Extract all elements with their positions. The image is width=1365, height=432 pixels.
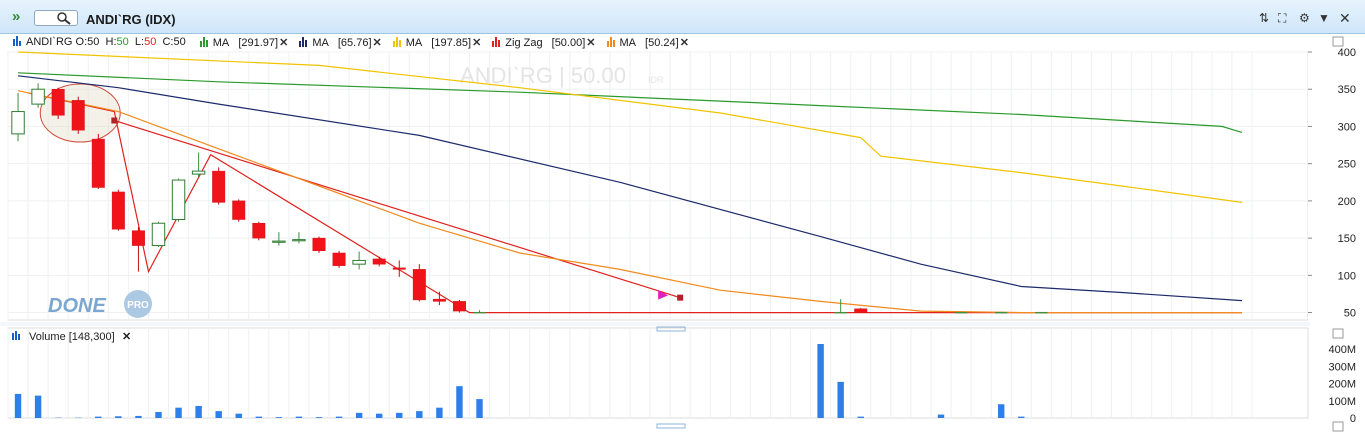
volume-tick-label: 300M: [1328, 361, 1356, 373]
candle-body[interactable]: [31, 88, 45, 105]
candle-body[interactable]: [131, 230, 145, 246]
maximize-panel-icon[interactable]: [1332, 328, 1344, 339]
volume-bar[interactable]: [396, 412, 403, 418]
candle-body[interactable]: [212, 170, 226, 203]
volume-bar[interactable]: [1018, 416, 1025, 418]
volume-bar[interactable]: [135, 415, 142, 418]
candle-body[interactable]: [191, 170, 206, 175]
volume-tick-label: 0: [1350, 413, 1356, 425]
candle-body[interactable]: [1035, 311, 1048, 314]
volume-tick-label: 100M: [1328, 396, 1356, 408]
candle-body[interactable]: [292, 239, 306, 242]
candle-body[interactable]: [272, 240, 286, 243]
volume-bar[interactable]: [817, 344, 824, 418]
y-tick-label: 200: [1338, 196, 1356, 208]
volume-bar[interactable]: [235, 413, 242, 418]
volume-label: Volume [148,300]: [29, 331, 115, 343]
volume-bar[interactable]: [215, 411, 222, 418]
volume-tick-label: 200M: [1328, 379, 1356, 391]
volume-bar[interactable]: [95, 416, 102, 418]
volume-tick-label: 400M: [1328, 344, 1356, 356]
volume-bar[interactable]: [857, 416, 864, 418]
candle-body[interactable]: [151, 222, 166, 247]
volume-bar[interactable]: [416, 411, 423, 418]
price-panel: [7, 51, 1309, 321]
volume-bar[interactable]: [375, 413, 383, 418]
watermark-unit: IDR: [648, 75, 664, 85]
volume-icon: [18, 334, 20, 340]
candle-body[interactable]: [834, 311, 847, 314]
candle-body[interactable]: [452, 301, 466, 312]
zigzag-marker: [111, 117, 118, 124]
volume-bar[interactable]: [275, 417, 283, 418]
candle-body[interactable]: [11, 111, 25, 135]
candle-body[interactable]: [473, 311, 486, 314]
volume-bar[interactable]: [155, 411, 162, 418]
volume-bar[interactable]: [295, 416, 303, 418]
zigzag-marker: [677, 294, 684, 301]
volume-bar[interactable]: [175, 407, 182, 418]
candle-body[interactable]: [252, 222, 266, 239]
candle-body[interactable]: [954, 311, 968, 314]
y-tick-label: 150: [1338, 233, 1356, 245]
candle-body[interactable]: [171, 179, 186, 221]
volume-bar[interactable]: [837, 381, 844, 418]
candle-body[interactable]: [432, 298, 446, 302]
candle-body[interactable]: [994, 311, 1008, 314]
logo-text: DONE: [48, 295, 106, 317]
volume-bar[interactable]: [937, 414, 945, 418]
y-tick-label: 400: [1338, 47, 1356, 59]
candle-body[interactable]: [51, 88, 65, 116]
candle-body[interactable]: [412, 269, 426, 301]
logo-badge-text: PRO: [127, 300, 149, 311]
volume-bar[interactable]: [195, 405, 202, 418]
volume-icon: [12, 333, 14, 340]
volume-bar[interactable]: [14, 393, 22, 418]
volume-bar[interactable]: [997, 404, 1005, 418]
volume-bar[interactable]: [315, 417, 323, 418]
volume-bar[interactable]: [436, 407, 443, 418]
candle-body[interactable]: [352, 259, 366, 265]
volume-bar[interactable]: [255, 416, 263, 418]
maximize-panel-icon[interactable]: [1332, 421, 1344, 432]
candle-body[interactable]: [392, 267, 406, 270]
y-tick-label: 250: [1338, 159, 1356, 171]
volume-bar[interactable]: [456, 386, 463, 418]
volume-bar[interactable]: [115, 416, 122, 418]
panel-splitter[interactable]: [0, 322, 1310, 326]
chart-svg[interactable]: 50100150200250300350400ANDI`RG | 50.00 ID…: [0, 0, 1365, 432]
volume-bar[interactable]: [335, 416, 343, 418]
y-tick-label: 300: [1338, 121, 1356, 133]
candle-body[interactable]: [232, 200, 246, 220]
y-tick-label: 100: [1338, 270, 1356, 282]
candle-body[interactable]: [91, 138, 105, 188]
candle-body[interactable]: [111, 191, 125, 230]
y-tick-label: 350: [1338, 84, 1356, 96]
chart-window: » ANDI`RG (IDX) ⇅ ⛶ ⚙ ▼ ✕ ANDI`RG O:50 H…: [0, 0, 1365, 432]
candle-body[interactable]: [854, 308, 868, 313]
candle-body[interactable]: [372, 258, 386, 265]
candle-body[interactable]: [312, 237, 326, 252]
volume-bar[interactable]: [34, 395, 42, 418]
splitter-handle[interactable]: [656, 423, 686, 429]
y-tick-label: 50: [1344, 308, 1356, 320]
volume-bar[interactable]: [476, 399, 483, 418]
candle-body[interactable]: [332, 252, 346, 266]
remove-volume-icon[interactable]: ✕: [122, 331, 131, 343]
candle-body[interactable]: [71, 100, 85, 131]
volume-panel: [7, 327, 1309, 419]
maximize-panel-icon[interactable]: [1332, 36, 1344, 47]
volume-bar[interactable]: [355, 412, 363, 418]
volume-icon: [15, 331, 17, 340]
